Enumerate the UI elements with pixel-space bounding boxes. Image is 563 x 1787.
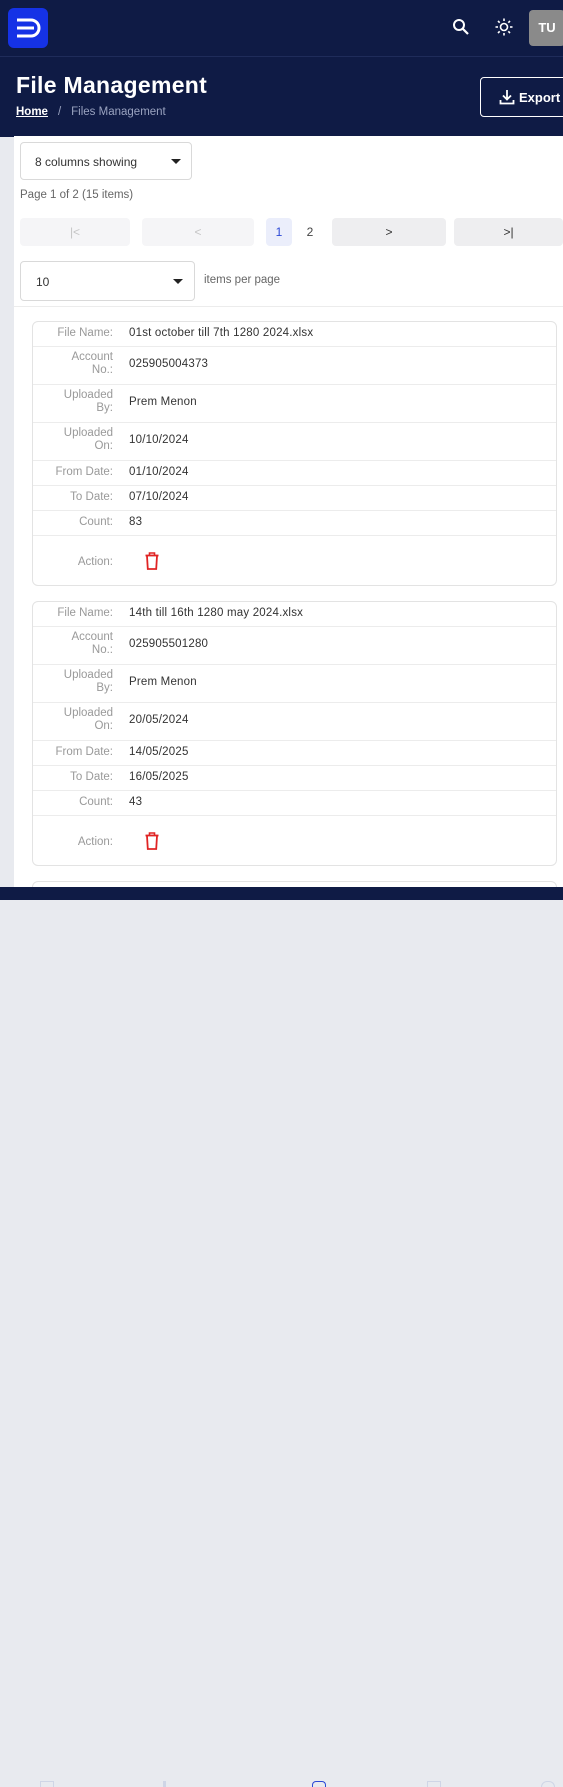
page-info: Page 1 of 2 (15 items)	[20, 189, 134, 201]
to-date-label: To Date:	[70, 771, 113, 783]
to-date-row: To Date: 07/10/2024	[33, 486, 556, 511]
from-date-value: 01/10/2024	[129, 466, 189, 478]
delete-icon[interactable]	[145, 552, 159, 575]
export-label: Export	[519, 90, 561, 105]
prev-page-button[interactable]: <	[142, 218, 254, 246]
page-size-value: 10	[36, 275, 50, 289]
search-icon[interactable]	[452, 18, 472, 38]
top-app-bar: TU	[0, 0, 563, 56]
next-page-button[interactable]: >	[332, 218, 446, 246]
uploaded-on-row: Uploaded On: 20/05/2024	[33, 703, 556, 741]
uploaded-on-row: Uploaded On: 10/10/2024	[33, 423, 556, 461]
breadcrumb: Home / Files Management	[16, 106, 166, 118]
uploaded-by-value: Prem Menon	[129, 676, 197, 688]
first-page-button[interactable]: |<	[20, 218, 130, 246]
page-header: File Management Home / Files Management Ex…	[0, 56, 563, 137]
from-date-row: From Date: 01/10/2024	[33, 461, 556, 486]
count-row: Count: 43	[33, 791, 556, 816]
from-date-label: From Date:	[55, 466, 113, 478]
action-row: Action:	[33, 816, 556, 869]
uploaded-on-label: Uploaded On:	[63, 427, 113, 452]
file-name-label: File Name:	[57, 327, 113, 339]
from-date-row: From Date: 14/05/2025	[33, 741, 556, 766]
uploaded-by-label: Uploaded By:	[63, 669, 113, 694]
account-no-row: Account No.: 025905004373	[33, 347, 556, 385]
file-name-value: 14th till 16th 1280 may 2024.xlsx	[129, 607, 304, 619]
bottom-nav-bar	[0, 887, 563, 1787]
chevron-down-icon	[171, 159, 181, 164]
export-button[interactable]: Export	[480, 77, 563, 117]
uploaded-by-label: Uploaded By:	[63, 389, 113, 414]
columns-select[interactable]: 8 columns showing	[20, 142, 192, 180]
file-name-row: File Name: 14th till 16th 1280 may 2024.…	[33, 602, 556, 627]
breadcrumb-separator: /	[57, 106, 62, 118]
page-button-2[interactable]: 2	[298, 218, 322, 246]
chevron-down-icon	[173, 279, 183, 284]
to-date-row: To Date: 16/05/2025	[33, 766, 556, 791]
download-icon	[499, 90, 515, 105]
count-value: 83	[129, 516, 143, 528]
folder-icon[interactable]	[312, 1781, 326, 1787]
uploaded-on-label: Uploaded On:	[63, 707, 113, 732]
items-per-page-label: items per page	[204, 274, 281, 286]
file-record-card: File Name: 14th till 16th 1280 may 2024.…	[32, 601, 557, 866]
uploaded-by-value: Prem Menon	[129, 396, 197, 408]
uploaded-by-row: Uploaded By: Prem Menon	[33, 385, 556, 423]
page-title: File Management	[16, 72, 208, 98]
breadcrumb-home-link[interactable]: Home	[16, 106, 48, 118]
file-name-value: 01st october till 7th 1280 2024.xlsx	[129, 327, 314, 339]
to-date-value: 07/10/2024	[129, 491, 189, 503]
account-no-value: 025905004373	[129, 358, 209, 370]
columns-select-label: 8 columns showing	[35, 155, 138, 169]
uploaded-on-value: 20/05/2024	[129, 714, 189, 726]
from-date-value: 14/05/2025	[129, 746, 189, 758]
uploaded-on-value: 10/10/2024	[129, 434, 189, 446]
page-button-1[interactable]: 1	[266, 218, 292, 246]
account-no-value: 025905501280	[129, 638, 209, 650]
to-date-value: 16/05/2025	[129, 771, 189, 783]
file-record-card: File Name: 01st october till 7th 1280 20…	[32, 321, 557, 586]
count-row: Count: 83	[33, 511, 556, 536]
delete-icon[interactable]	[145, 832, 159, 855]
count-label: Count:	[79, 796, 113, 808]
count-value: 43	[129, 796, 143, 808]
action-label: Action:	[77, 836, 113, 848]
breadcrumb-current: Files Management	[71, 106, 166, 118]
sun-icon[interactable]	[495, 18, 515, 38]
action-label: Action:	[77, 556, 113, 568]
uploaded-by-row: Uploaded By: Prem Menon	[33, 665, 556, 703]
user-icon[interactable]	[163, 1781, 166, 1787]
settings-icon[interactable]	[541, 1781, 555, 1787]
from-date-label: From Date:	[55, 746, 113, 758]
last-page-button[interactable]: >|	[454, 218, 563, 246]
logo-icon[interactable]	[8, 8, 48, 48]
to-date-label: To Date:	[70, 491, 113, 503]
file-name-row: File Name: 01st october till 7th 1280 20…	[33, 322, 556, 347]
count-label: Count:	[79, 516, 113, 528]
action-row: Action:	[33, 536, 556, 589]
content-panel: 8 columns showing Page 1 of 2 (15 items)…	[14, 136, 563, 888]
page-size-select[interactable]: 10	[20, 261, 195, 301]
divider	[14, 306, 563, 307]
grid-icon[interactable]	[40, 1781, 54, 1787]
account-no-label: Account No.:	[71, 351, 113, 376]
account-no-row: Account No.: 025905501280	[33, 627, 556, 665]
account-no-label: Account No.:	[71, 631, 113, 656]
document-icon[interactable]	[427, 1781, 441, 1787]
file-name-label: File Name:	[57, 607, 113, 619]
avatar[interactable]: TU	[529, 10, 563, 46]
